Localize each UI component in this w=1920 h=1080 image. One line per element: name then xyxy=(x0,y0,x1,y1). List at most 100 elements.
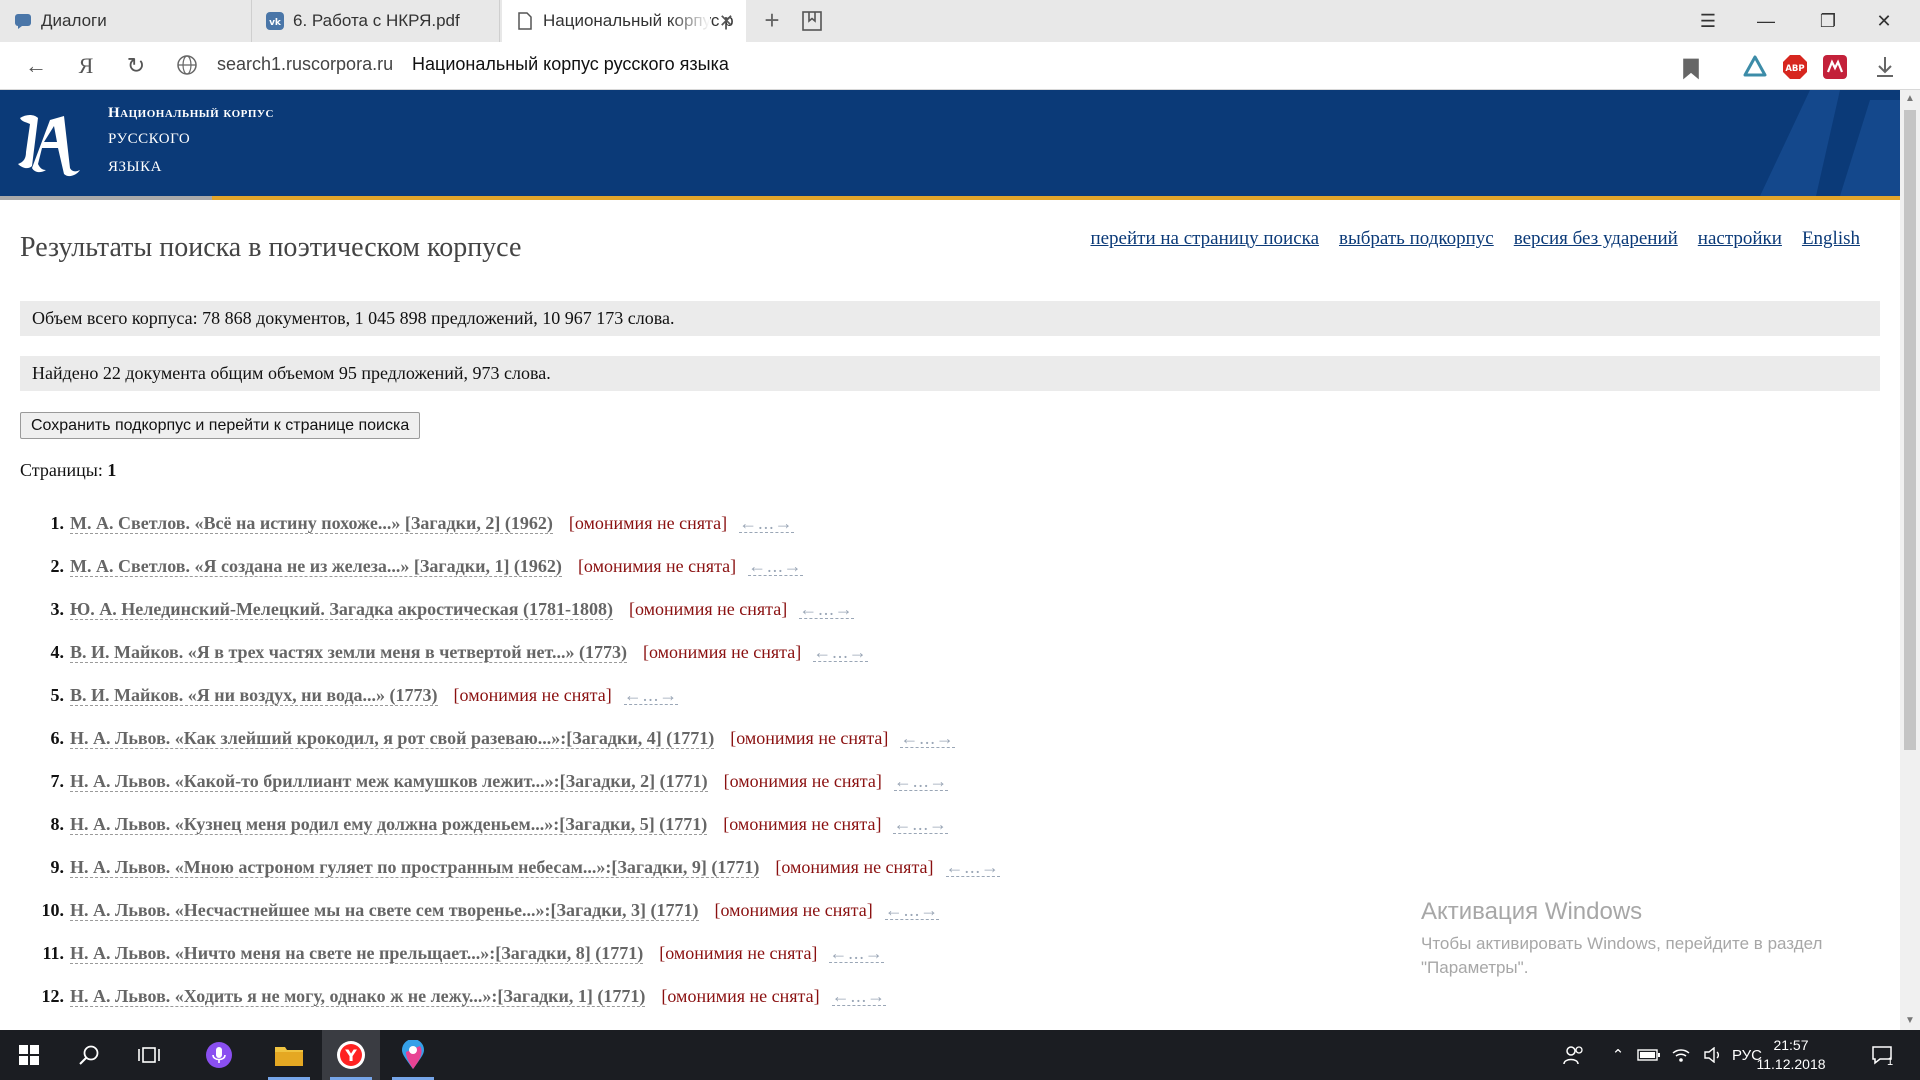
clock[interactable]: 21:57 11.12.2018 xyxy=(1756,1036,1826,1074)
result-item: 9. Н. А. Львов. «Мною астроном гуляет по … xyxy=(20,846,1720,889)
globe-icon[interactable] xyxy=(176,54,198,76)
context-expand-link[interactable]: ←...→ xyxy=(799,600,854,619)
result-title-link[interactable]: М. А. Светлов. «Всё на истину похоже...»… xyxy=(70,513,553,534)
context-expand-link[interactable]: ←...→ xyxy=(813,643,868,662)
tab-pdf[interactable]: vk 6. Работа с НКРЯ.pdf xyxy=(252,0,500,42)
corpus-logo-icon[interactable] xyxy=(12,108,84,180)
result-title-link[interactable]: В. И. Майков. «Я ни воздух, ни вода...» … xyxy=(70,685,438,706)
header-watermark-icon xyxy=(1760,90,1900,196)
tab-corpus[interactable]: Национальный корпус русского языка ✕ xyxy=(502,0,746,42)
logo-line3: языка xyxy=(108,151,162,176)
current-page[interactable]: 1 xyxy=(107,460,116,480)
page-icon xyxy=(518,12,532,30)
result-title-link[interactable]: Н. А. Львов. «Кузнец меня родил ему долж… xyxy=(70,814,708,835)
restore-button[interactable]: ❐ xyxy=(1800,0,1856,42)
notification-count: 1 xyxy=(1886,1056,1894,1068)
context-expand-link[interactable]: ←...→ xyxy=(893,815,948,834)
tab-label: 6. Работа с НКРЯ.pdf xyxy=(293,11,460,30)
tray-expand-icon[interactable]: ⌃ xyxy=(1604,1030,1632,1080)
result-title-link[interactable]: Н. А. Львов. «Ничто меня на свете не пре… xyxy=(70,943,644,964)
result-title-link[interactable]: Н. А. Львов. «Мною астроном гуляет по пр… xyxy=(70,857,760,878)
close-window-button[interactable]: ✕ xyxy=(1856,0,1912,42)
link-settings[interactable]: настройки xyxy=(1698,228,1782,250)
result-title-link[interactable]: Н. А. Львов. «Как злейший крокодил, я ро… xyxy=(70,728,715,749)
maps-taskbar-button[interactable] xyxy=(384,1030,442,1080)
bookmark-icon[interactable] xyxy=(1678,56,1704,82)
windows-activation-watermark: Активация Windows Чтобы активировать Win… xyxy=(1421,898,1861,980)
context-expand-link[interactable]: ←...→ xyxy=(739,514,794,533)
task-view-button[interactable] xyxy=(120,1030,178,1080)
context-expand-link[interactable]: ←...→ xyxy=(748,557,803,576)
result-item: 2. М. А. Светлов. «Я создана не из железа… xyxy=(20,545,1720,588)
battery-icon[interactable] xyxy=(1634,1030,1664,1080)
yandex-button[interactable]: Я xyxy=(70,50,102,82)
download-icon[interactable] xyxy=(1872,54,1898,80)
context-expand-link[interactable]: ←...→ xyxy=(893,772,949,791)
page-title: Результаты поиска в поэтическом корпусе xyxy=(20,232,522,263)
svg-text:vk: vk xyxy=(269,18,282,28)
result-title-link[interactable]: М. А. Светлов. «Я создана не из железа..… xyxy=(70,556,562,577)
context-expand-link[interactable]: ←...→ xyxy=(623,686,679,705)
people-icon[interactable] xyxy=(1556,1030,1592,1080)
result-title-link[interactable]: В. И. Майков. «Я в трех частях земли мен… xyxy=(70,642,627,663)
mosaic-icon[interactable] xyxy=(1822,54,1848,80)
new-tab-button[interactable]: + xyxy=(758,7,786,35)
yandex-browser-taskbar-button[interactable]: Y xyxy=(322,1030,380,1080)
homonymy-label: [омонимия не снята] xyxy=(723,814,882,834)
context-expand-link[interactable]: ←...→ xyxy=(884,901,940,920)
link-search-page[interactable]: перейти на страницу поиска xyxy=(1090,228,1319,250)
context-expand-link[interactable]: ←...→ xyxy=(900,729,955,748)
start-button[interactable] xyxy=(0,1030,58,1080)
menu-icon[interactable]: ☰ xyxy=(1680,0,1736,42)
result-title-link[interactable]: Н. А. Львов. «Ходить я не могу, однако ж… xyxy=(70,986,646,1007)
context-expand-link[interactable]: ←...→ xyxy=(831,987,887,1006)
activation-title: Активация Windows xyxy=(1421,898,1643,925)
task-view-icon xyxy=(138,1047,160,1063)
svg-text:Y: Y xyxy=(344,1046,357,1065)
result-title-link[interactable]: Ю. А. Нелединский-Мелецкий. Загадка акро… xyxy=(70,599,613,620)
homonymy-label: [омонимия не снята] xyxy=(643,642,802,662)
result-item: 1. М. А. Светлов. «Всё на истину похоже..… xyxy=(20,502,1720,545)
explorer-taskbar-button[interactable] xyxy=(260,1030,318,1080)
link-english[interactable]: English xyxy=(1802,228,1860,250)
result-item: 12. Н. А. Львов. «Ходить я не могу, однак… xyxy=(20,975,1720,1018)
wifi-icon[interactable] xyxy=(1666,1030,1696,1080)
link-no-accents[interactable]: версия без ударений xyxy=(1514,228,1678,250)
scroll-down-icon[interactable]: ▼ xyxy=(1900,1012,1920,1030)
found-stats: Найдено 22 документа общим объемом 95 пр… xyxy=(20,356,1880,391)
save-subcorpus-button[interactable]: Сохранить подкорпус и перейти к странице… xyxy=(20,412,421,439)
page-scrollbar[interactable]: ▲ ▼ xyxy=(1900,90,1920,1030)
scroll-up-icon[interactable]: ▲ xyxy=(1900,90,1920,108)
result-number: 4. xyxy=(50,642,65,662)
context-expand-link[interactable]: ←...→ xyxy=(829,944,884,963)
result-title-link[interactable]: Н. А. Львов. «Несчастнейшее мы на свете … xyxy=(70,900,699,921)
search-button[interactable] xyxy=(60,1030,118,1080)
url-domain[interactable]: search1.ruscorpora.ru xyxy=(217,54,393,75)
folder-icon xyxy=(275,1047,303,1066)
volume-icon[interactable] xyxy=(1698,1030,1728,1080)
context-expand-link[interactable]: ←...→ xyxy=(945,858,1001,877)
result-title-link[interactable]: Н. А. Львов. «Какой-то бриллиант меж кам… xyxy=(70,771,708,792)
result-item: 3. Ю. А. Нелединский-Мелецкий. Загадка ак… xyxy=(20,588,1720,631)
result-number: 6. xyxy=(50,728,65,748)
pages-label: Страницы: xyxy=(20,460,103,480)
tab-label: Диалоги xyxy=(41,11,107,30)
reload-button[interactable]: ↻ xyxy=(120,50,152,82)
tab-list-icon[interactable] xyxy=(800,9,824,33)
alice-taskbar-button[interactable] xyxy=(190,1030,248,1080)
alice-icon[interactable] xyxy=(1742,54,1768,80)
scroll-thumb[interactable] xyxy=(1904,110,1916,750)
back-button[interactable]: ← xyxy=(20,50,52,82)
homonymy-label: [омонимия не снята] xyxy=(568,513,728,533)
url-page-title[interactable]: Национальный корпус русского языка xyxy=(412,54,729,75)
notifications-button[interactable]: 1 xyxy=(1862,1030,1902,1080)
homonymy-label: [омонимия не снята] xyxy=(730,728,889,748)
adblock-icon[interactable]: ABP xyxy=(1782,54,1808,80)
close-tab-icon[interactable]: ✕ xyxy=(719,11,734,32)
result-item: 4. В. И. Майков. «Я в трех частях земли м… xyxy=(20,631,1720,674)
link-select-subcorpus[interactable]: выбрать подкорпус xyxy=(1339,228,1494,250)
logo-text[interactable]: Национальный корпус русского языка xyxy=(108,104,274,178)
tab-dialogs[interactable]: Диалоги xyxy=(0,0,252,42)
pagination: Страницы: 1 xyxy=(20,460,116,481)
minimize-button[interactable]: — xyxy=(1738,0,1794,42)
